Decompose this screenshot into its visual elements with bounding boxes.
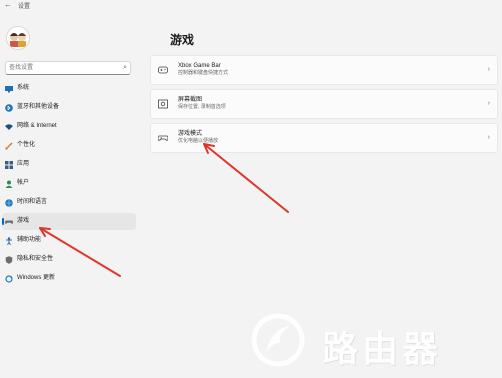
sidebar-item-personalization[interactable]: 个性化 xyxy=(2,137,136,154)
chevron-right-icon: › xyxy=(487,134,490,141)
sidebar-item-label: 游戏 xyxy=(17,218,30,224)
card-title: 游戏模式 xyxy=(178,131,203,137)
sidebar-item-network[interactable]: 网络 & Internet xyxy=(2,118,136,135)
monitor-icon xyxy=(5,85,13,93)
page-title: 游戏 xyxy=(170,33,195,47)
wifi-icon xyxy=(5,123,13,131)
app-title: 设置 xyxy=(18,4,31,10)
back-button[interactable]: ← xyxy=(4,0,12,9)
game-mode-icon xyxy=(158,133,168,143)
search-input[interactable] xyxy=(9,63,113,73)
sidebar-item-windows-update[interactable]: Windows 更新 xyxy=(2,270,136,287)
search-icon[interactable]: ⌕ xyxy=(123,63,127,73)
shield-icon xyxy=(5,256,13,264)
sidebar-item-gaming[interactable]: 游戏 xyxy=(2,213,136,230)
card-title: 屏幕截图 xyxy=(178,97,203,103)
xbox-bar-icon xyxy=(158,65,168,75)
watermark-text: 路由器 xyxy=(322,328,443,369)
sidebar-item-bluetooth[interactable]: 蓝牙和其他设备 xyxy=(2,99,136,116)
avatar[interactable] xyxy=(6,26,30,50)
sidebar-item-system[interactable]: 系统 xyxy=(2,80,136,97)
gamepad-icon xyxy=(5,218,13,226)
xbox-game-bar-card[interactable]: Xbox Game Bar 控制器和键盘快捷方式 › xyxy=(150,55,498,85)
sidebar-item-label: Windows 更新 xyxy=(17,275,56,281)
bluetooth-icon xyxy=(5,104,13,112)
capture-icon xyxy=(158,99,168,109)
sidebar-item-label: 辅助功能 xyxy=(17,237,42,243)
update-icon xyxy=(5,275,13,283)
captures-card[interactable]: 屏幕截图 保存位置, 录制首选项 › xyxy=(150,89,498,119)
accessibility-icon xyxy=(5,237,13,245)
sidebar-item-time-language[interactable]: 时间和语言 xyxy=(2,194,136,211)
sidebar-item-accounts[interactable]: 帐户 xyxy=(2,175,136,192)
watermark: 路由器 xyxy=(250,312,496,372)
sidebar-item-label: 个性化 xyxy=(17,142,36,148)
sidebar-item-label: 应用 xyxy=(17,161,30,167)
globe-icon xyxy=(5,199,13,207)
card-subtitle: 保存位置, 录制首选项 xyxy=(178,104,226,110)
card-subtitle: 优化电脑以便播放 xyxy=(178,138,219,144)
apps-icon xyxy=(5,161,13,169)
sidebar-item-accessibility[interactable]: 辅助功能 xyxy=(2,232,136,249)
sidebar-item-privacy[interactable]: 隐私和安全性 xyxy=(2,251,136,268)
sidebar-item-label: 蓝牙和其他设备 xyxy=(17,104,60,110)
title-bar: ← 设置 xyxy=(0,0,502,14)
brush-icon xyxy=(5,142,13,150)
sidebar-item-label: 隐私和安全性 xyxy=(17,256,54,262)
chevron-right-icon: › xyxy=(487,100,490,107)
account-icon xyxy=(5,180,13,188)
game-mode-card[interactable]: 游戏模式 优化电脑以便播放 › xyxy=(150,123,498,153)
sidebar-item-apps[interactable]: 应用 xyxy=(2,156,136,173)
sidebar-item-label: 网络 & Internet xyxy=(17,123,57,129)
watermark-logo-icon xyxy=(250,312,306,368)
sidebar-item-label: 系统 xyxy=(17,85,30,91)
arrow-to-game-mode xyxy=(203,143,289,213)
card-title: Xbox Game Bar xyxy=(178,63,221,69)
chevron-right-icon: › xyxy=(487,66,490,73)
sidebar-item-label: 时间和语言 xyxy=(17,199,48,205)
search-box[interactable]: ⌕ xyxy=(5,61,131,75)
card-subtitle: 控制器和键盘快捷方式 xyxy=(178,70,229,76)
sidebar-item-label: 帐户 xyxy=(17,180,30,186)
